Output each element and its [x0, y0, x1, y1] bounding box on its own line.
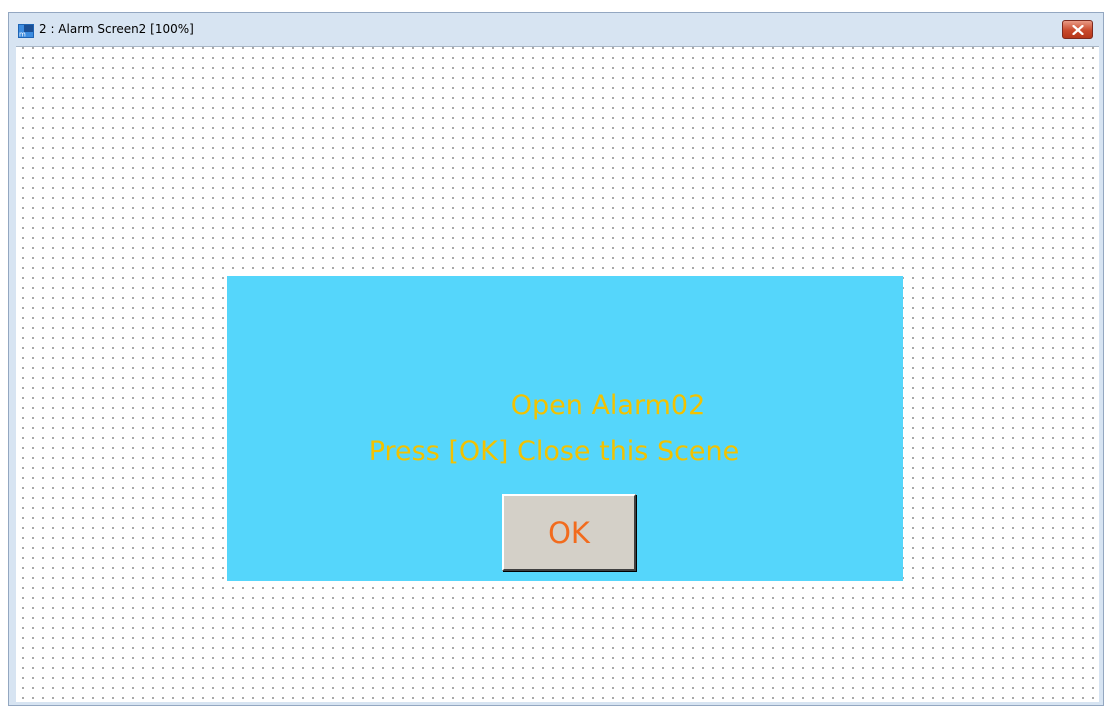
window-title: 2 : Alarm Screen2 [100%]: [39, 22, 194, 36]
svg-text:m: m: [19, 31, 26, 39]
close-button[interactable]: [1062, 20, 1093, 39]
editor-window: m 2 : Alarm Screen2 [100%] Open Alarm02 …: [8, 12, 1104, 706]
alarm-message-title: Open Alarm02: [510, 390, 706, 421]
hmi-screen-icon: m: [18, 23, 34, 39]
title-bar[interactable]: m 2 : Alarm Screen2 [100%]: [9, 13, 1103, 46]
close-icon: [1072, 25, 1084, 35]
alarm-panel[interactable]: Open Alarm02 Press [OK] Close this Scene…: [227, 276, 903, 581]
ok-button[interactable]: OK: [502, 494, 636, 571]
screen-canvas[interactable]: Open Alarm02 Press [OK] Close this Scene…: [16, 46, 1099, 702]
alarm-message-instruction: Press [OK] Close this Scene: [368, 436, 740, 467]
